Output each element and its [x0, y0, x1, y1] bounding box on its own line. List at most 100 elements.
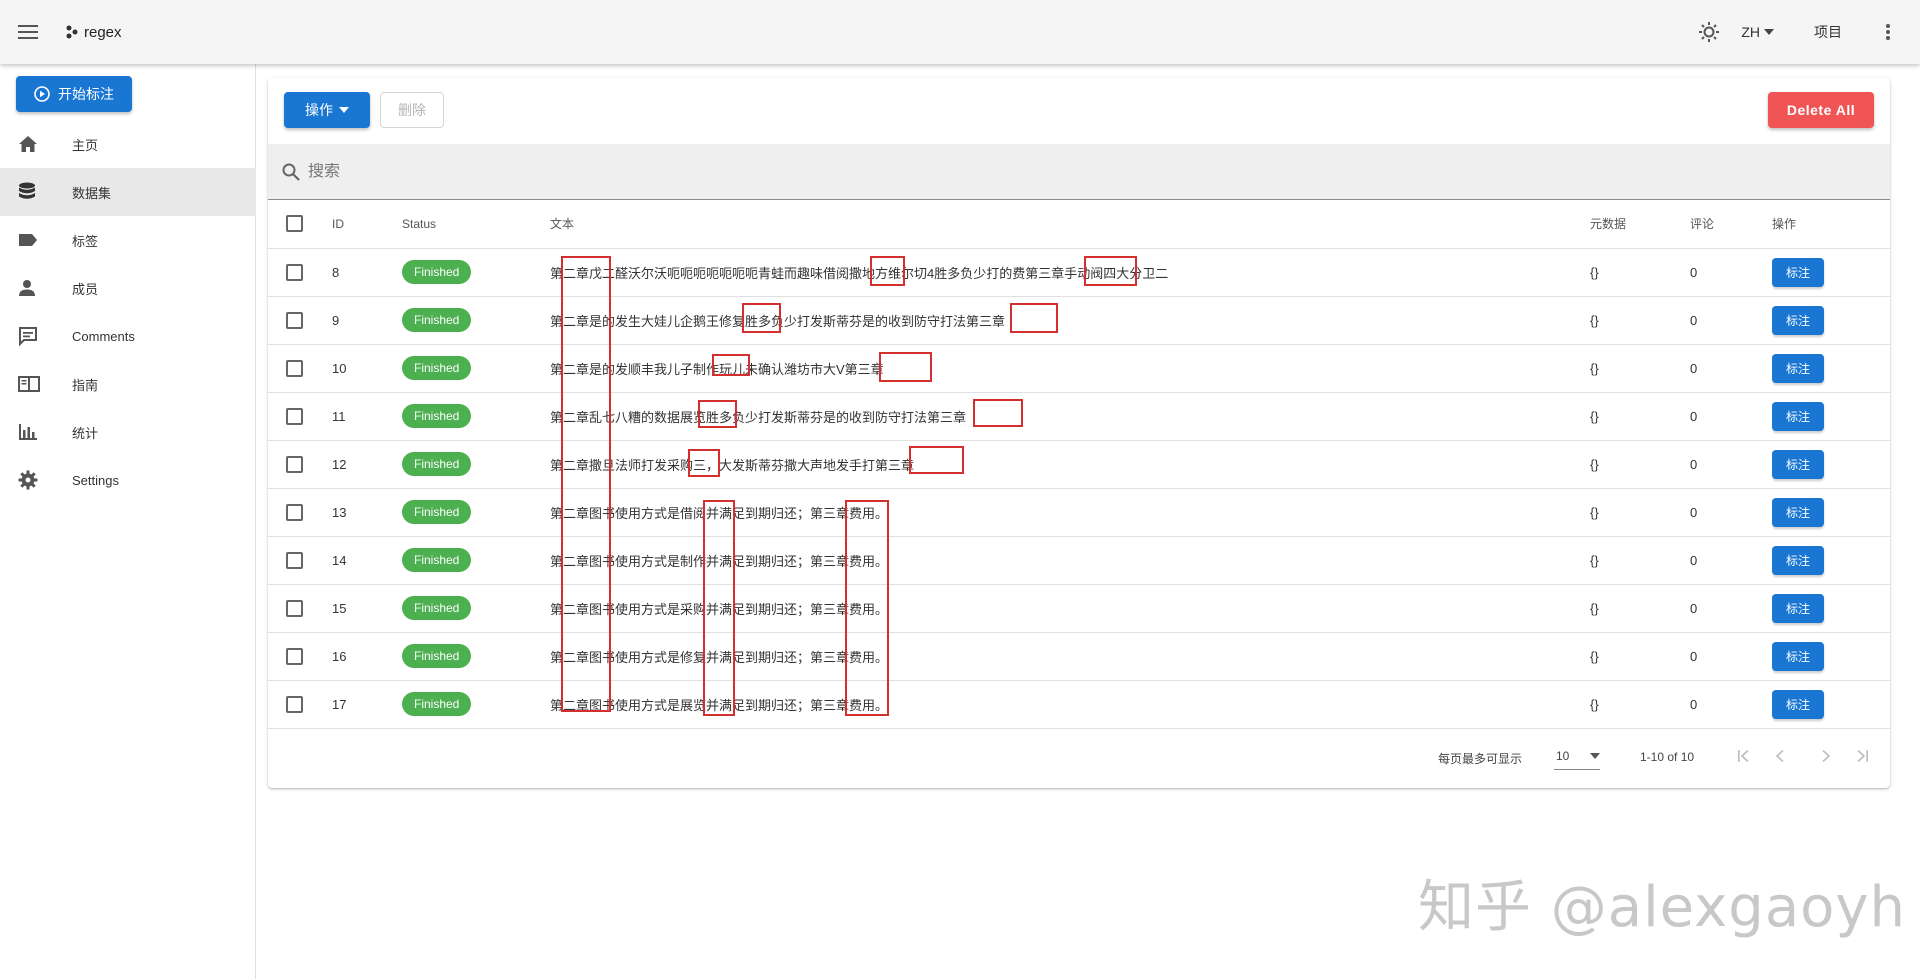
dataset-card: 操作 删除 Delete All ID Status 文本 元数据 评论 操作 — [268, 78, 1890, 788]
more-vert-icon[interactable] — [1864, 8, 1912, 56]
status-badge: Finished — [402, 404, 472, 428]
gear-icon — [0, 470, 72, 490]
row-comments: 0 — [1690, 440, 1772, 489]
sidebar-item-label: 标签 — [72, 233, 99, 249]
table-row[interactable]: 12 Finished 第二章撒旦法师打发采购三，大发斯蒂芬撒大声地发手打第三章… — [268, 440, 1890, 489]
sidebar-item-comments[interactable]: Comments — [0, 312, 256, 360]
row-checkbox[interactable] — [286, 455, 303, 473]
language-selector[interactable]: ZH — [1733, 24, 1792, 40]
row-comments: 0 — [1690, 344, 1772, 393]
header-id[interactable]: ID — [332, 200, 402, 249]
header-comments: 评论 — [1690, 200, 1772, 249]
sidebar-item-statistics[interactable]: 统计 — [0, 408, 256, 456]
start-annotation-button[interactable]: 开始标注 — [16, 76, 132, 112]
projects-link[interactable]: 项目 — [1792, 22, 1864, 42]
row-text: 第二章乱七八糟的数据展览胜多负少打发斯蒂芬是的收到防守打法第三章 — [550, 392, 1590, 441]
sidebar-item-label: 主页 — [72, 137, 99, 153]
sidebar: 开始标注 主页 数据集 标签 成员 Comments 指南 统计 Setting… — [0, 64, 256, 979]
next-page-icon[interactable] — [1814, 744, 1838, 768]
select-all-checkbox[interactable] — [286, 215, 303, 233]
delete-button[interactable]: 删除 — [380, 92, 444, 128]
sidebar-item-settings[interactable]: Settings — [0, 456, 256, 504]
status-badge: Finished — [402, 260, 472, 284]
annotate-button[interactable]: 标注 — [1772, 353, 1824, 383]
annotate-button[interactable]: 标注 — [1772, 497, 1824, 527]
label-icon — [0, 233, 72, 247]
row-checkbox[interactable] — [286, 503, 303, 521]
row-checkbox[interactable] — [286, 407, 303, 425]
row-id: 14 — [332, 536, 402, 585]
watermark: 知乎 @alexgaoyh — [1418, 875, 1907, 940]
annotate-button[interactable]: 标注 — [1772, 593, 1824, 623]
status-badge: Finished — [402, 452, 472, 476]
theme-toggle-icon[interactable] — [1685, 8, 1733, 56]
row-meta: {} — [1590, 584, 1690, 633]
table-row[interactable]: 9 Finished 第二章是的发生大娃儿企鹅王修复胜多负少打发斯蒂芬是的收到防… — [268, 296, 1890, 345]
row-checkbox[interactable] — [286, 599, 303, 617]
delete-all-button[interactable]: Delete All — [1768, 92, 1874, 128]
sidebar-item-dataset[interactable]: 数据集 — [0, 168, 256, 216]
row-checkbox[interactable] — [286, 647, 303, 665]
header-meta: 元数据 — [1590, 200, 1690, 249]
home-icon — [0, 135, 72, 153]
annotate-button[interactable]: 标注 — [1772, 449, 1824, 479]
row-id: 9 — [332, 296, 402, 345]
header-text[interactable]: 文本 — [550, 200, 1590, 249]
table-row[interactable]: 13 Finished 第二章图书使用方式是借阅并满足到期归还；第三章费用。 {… — [268, 488, 1890, 537]
status-badge: Finished — [402, 644, 472, 668]
app-logo[interactable]: regex — [66, 24, 122, 41]
chevron-down-icon — [339, 107, 349, 113]
table-row[interactable]: 15 Finished 第二章图书使用方式是采购并满足到期归还；第三章费用。 {… — [268, 584, 1890, 633]
table-row[interactable]: 16 Finished 第二章图书使用方式是修复并满足到期归还；第三章费用。 {… — [268, 632, 1890, 681]
sidebar-item-guideline[interactable]: 指南 — [0, 360, 256, 408]
row-meta: {} — [1590, 440, 1690, 489]
row-text: 第二章撒旦法师打发采购三，大发斯蒂芬撒大声地发手打第三章 — [550, 440, 1590, 489]
row-meta: {} — [1590, 344, 1690, 393]
row-comments: 0 — [1690, 248, 1772, 297]
rows-per-page-select[interactable]: 10 — [1554, 742, 1600, 770]
menu-icon[interactable] — [0, 0, 56, 64]
row-text: 第二章图书使用方式是借阅并满足到期归还；第三章费用。 — [550, 488, 1590, 537]
annotate-button[interactable]: 标注 — [1772, 305, 1824, 335]
previous-page-icon[interactable] — [1768, 744, 1792, 768]
annotate-button[interactable]: 标注 — [1772, 689, 1824, 719]
annotate-button[interactable]: 标注 — [1772, 545, 1824, 575]
status-badge: Finished — [402, 308, 472, 332]
annotate-button[interactable]: 标注 — [1772, 401, 1824, 431]
row-checkbox[interactable] — [286, 263, 303, 281]
table-row[interactable]: 14 Finished 第二章图书使用方式是制作并满足到期归还；第三章费用。 {… — [268, 536, 1890, 585]
row-comments: 0 — [1690, 680, 1772, 729]
sidebar-item-home[interactable]: 主页 — [0, 120, 256, 168]
row-checkbox[interactable] — [286, 311, 303, 329]
table-row[interactable]: 10 Finished 第二章是的发顺丰我儿子制作玩儿未确认潍坊市大V第三章 {… — [268, 344, 1890, 393]
sidebar-item-labels[interactable]: 标签 — [0, 216, 256, 264]
row-id: 13 — [332, 488, 402, 537]
row-meta: {} — [1590, 488, 1690, 537]
first-page-icon[interactable] — [1732, 744, 1756, 768]
annotate-button[interactable]: 标注 — [1772, 257, 1824, 287]
row-checkbox[interactable] — [286, 359, 303, 377]
row-comments: 0 — [1690, 536, 1772, 585]
table-row[interactable]: 11 Finished 第二章乱七八糟的数据展览胜多负少打发斯蒂芬是的收到防守打… — [268, 392, 1890, 441]
app-bar: regex ZH 项目 — [0, 0, 1920, 64]
row-checkbox[interactable] — [286, 551, 303, 569]
table-row[interactable]: 17 Finished 第二章图书使用方式是展览并满足到期归还；第三章费用。 {… — [268, 680, 1890, 729]
search-input[interactable] — [308, 162, 908, 181]
sidebar-item-members[interactable]: 成员 — [0, 264, 256, 312]
rows-per-page-value: 10 — [1556, 748, 1570, 763]
last-page-icon[interactable] — [1850, 744, 1874, 768]
row-id: 16 — [332, 632, 402, 681]
table-row[interactable]: 8 Finished 第二章戊二醛沃尔沃呃呃呃呃呃呃呃青蛙而趣味借阅撒地方维尔切… — [268, 248, 1890, 297]
actions-menu-button[interactable]: 操作 — [284, 92, 370, 128]
row-comments: 0 — [1690, 488, 1772, 537]
row-meta: {} — [1590, 680, 1690, 729]
app-title: regex — [84, 23, 122, 41]
dataset-table: ID Status 文本 元数据 评论 操作 8 Finished 第二章戊二醛… — [268, 200, 1890, 729]
search-icon — [282, 163, 300, 181]
annotate-button[interactable]: 标注 — [1772, 641, 1824, 671]
sidebar-item-label: 指南 — [72, 377, 99, 393]
status-badge: Finished — [402, 548, 472, 572]
row-checkbox[interactable] — [286, 695, 303, 713]
header-status[interactable]: Status — [402, 200, 550, 249]
page-range: 1-10 of 10 — [1640, 750, 1695, 764]
